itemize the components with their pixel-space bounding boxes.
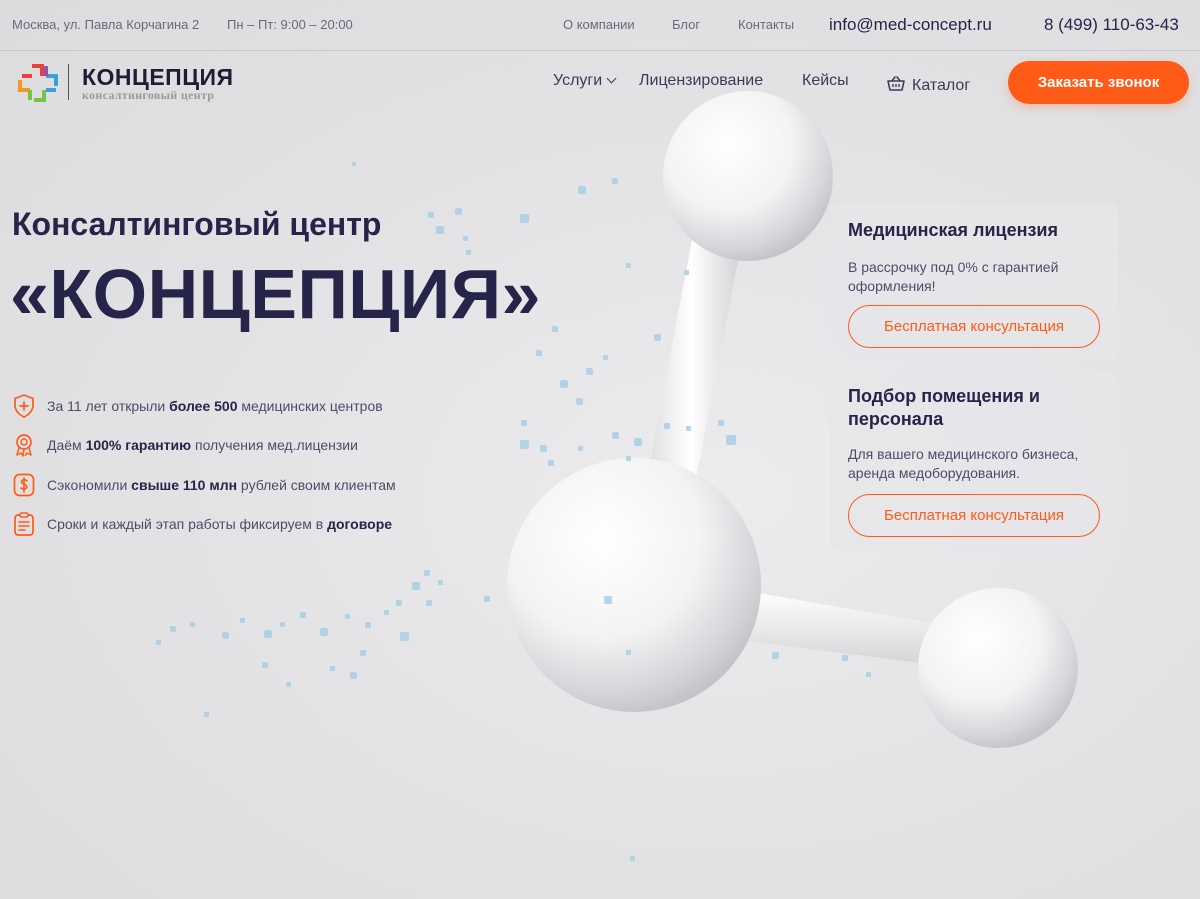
feature-text: Даём 100% гарантию получения мед.лицензи… bbox=[47, 437, 358, 453]
shield-plus-icon bbox=[14, 394, 34, 418]
logo-tagline: консалтинговый центр bbox=[82, 88, 215, 102]
logo-cross-icon bbox=[18, 64, 58, 102]
feature-text: Сэкономили свыше 110 млн рублей своим кл… bbox=[47, 477, 396, 493]
logo-name: КОНЦЕПЦИЯ bbox=[82, 64, 234, 90]
card-title: Подбор помещения и персонала bbox=[848, 386, 1040, 429]
license-card: Медицинская лицензия В рассрочку под 0% … bbox=[830, 203, 1118, 361]
nav-licensing[interactable]: Лицензирование bbox=[639, 72, 763, 90]
nav-services[interactable]: Услуги bbox=[553, 72, 617, 90]
nav-catalog[interactable]: Каталог bbox=[886, 72, 970, 95]
nav-licensing-label[interactable]: Лицензирование bbox=[639, 72, 763, 89]
top-link-about[interactable]: О компании bbox=[563, 17, 635, 32]
contract-icon bbox=[14, 512, 34, 536]
basket-icon bbox=[887, 76, 905, 91]
order-call-button[interactable]: Заказать звонок bbox=[1008, 61, 1189, 104]
nav-cases-label[interactable]: Кейсы bbox=[802, 72, 849, 89]
card-text: В рассрочку под 0% с гарантией оформлени… bbox=[848, 259, 1059, 294]
feature-text: Сроки и каждый этап работы фиксируем в д… bbox=[47, 516, 393, 532]
top-info-bar: Москва, ул. Павла Корчагина 2 Пн – Пт: 9… bbox=[0, 0, 1200, 51]
card-title: Медицинская лицензия bbox=[848, 220, 1058, 240]
award-icon bbox=[16, 434, 32, 457]
free-consultation-button[interactable]: Бесплатная консультация bbox=[848, 494, 1100, 537]
hero-title: «КОНЦЕПЦИЯ» bbox=[10, 255, 541, 333]
working-hours-text: Пн – Пт: 9:00 – 20:00 bbox=[227, 17, 353, 32]
feature-text: За 11 лет открыли более 500 медицинских … bbox=[47, 398, 383, 414]
hero-subtitle: Консалтинговый центр bbox=[12, 206, 382, 242]
nav-services-label[interactable]: Услуги bbox=[553, 72, 602, 89]
card-text: Для вашего медицинского бизнеса, аренда … bbox=[848, 446, 1079, 481]
logo[interactable]: КОНЦЕПЦИЯ консалтинговый центр bbox=[16, 62, 233, 104]
free-consultation-button[interactable]: Бесплатная консультация bbox=[848, 305, 1100, 348]
phone-link[interactable]: 8 (499) 110-63-43 bbox=[1044, 15, 1179, 34]
dollar-icon bbox=[13, 473, 35, 497]
nav-catalog-label[interactable]: Каталог bbox=[912, 77, 970, 94]
logo-divider bbox=[68, 64, 69, 100]
premises-card: Подбор помещения и персонала Для вашего … bbox=[830, 371, 1118, 551]
top-link-blog[interactable]: Блог bbox=[672, 17, 700, 32]
nav-cases[interactable]: Кейсы bbox=[802, 72, 849, 90]
email-link[interactable]: info@med-concept.ru bbox=[829, 15, 992, 34]
address-text: Москва, ул. Павла Корчагина 2 bbox=[12, 17, 200, 32]
top-link-contacts[interactable]: Контакты bbox=[738, 17, 794, 32]
chevron-down-icon bbox=[606, 73, 617, 84]
